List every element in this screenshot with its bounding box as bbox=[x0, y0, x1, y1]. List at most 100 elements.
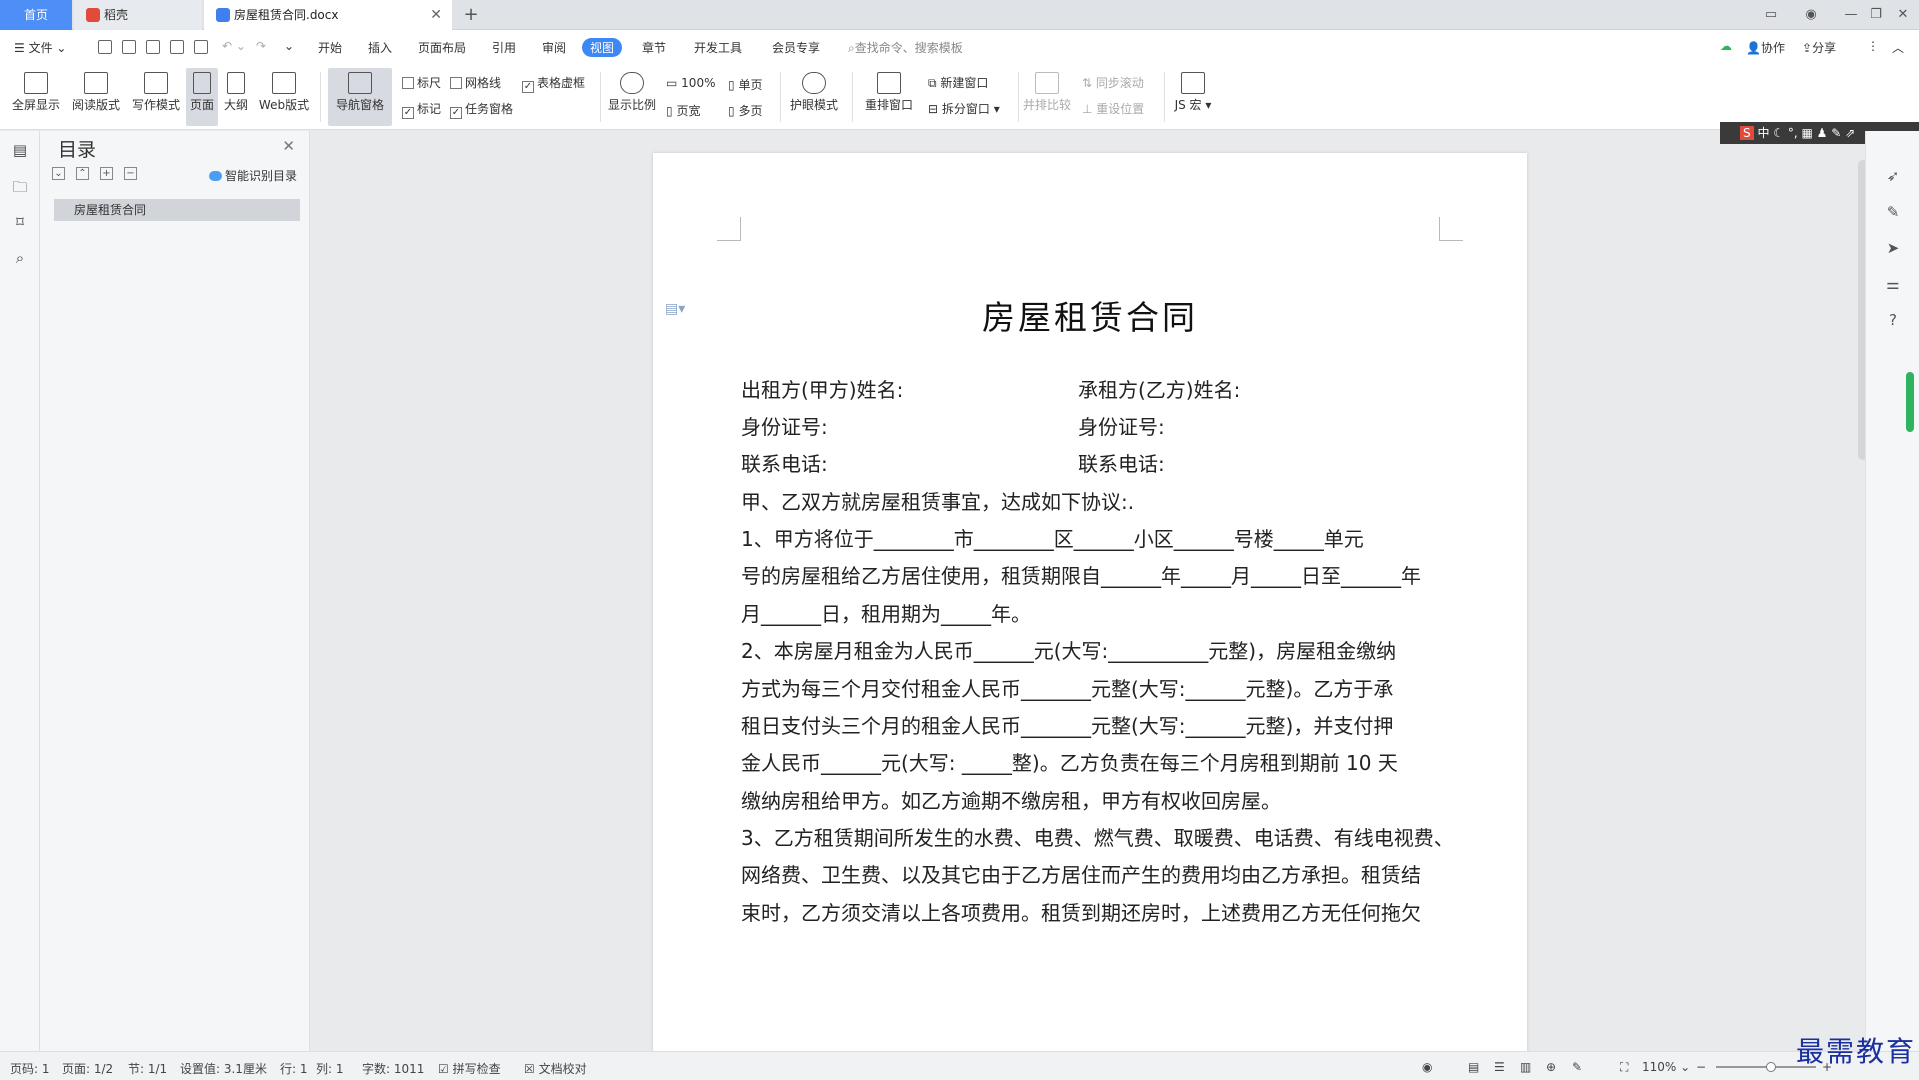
rocket-icon[interactable]: ➶ bbox=[1884, 167, 1902, 185]
format-painter-icon[interactable] bbox=[146, 40, 160, 54]
redo-icon[interactable]: ↷ bbox=[256, 39, 266, 53]
eye-mode-button[interactable]: 护眼模式 bbox=[786, 68, 842, 126]
search-icon[interactable]: ⌕ bbox=[11, 249, 29, 267]
multi-page-button[interactable]: ▯ 多页 bbox=[728, 102, 762, 119]
window-layout-icon[interactable]: ▭ bbox=[1755, 0, 1787, 30]
menu-reference[interactable]: 引用 bbox=[492, 39, 516, 56]
close-icon[interactable]: ✕ bbox=[282, 137, 295, 155]
menu-member[interactable]: 会员专享 bbox=[772, 39, 820, 56]
zoom-dropdown[interactable]: 110% ⌄ bbox=[1642, 1060, 1690, 1074]
menu-developer[interactable]: 开发工具 bbox=[694, 39, 742, 56]
page-view-button[interactable]: 页面 bbox=[186, 68, 218, 126]
menu-start[interactable]: 开始 bbox=[318, 39, 342, 56]
page-count[interactable]: 页面: 1/2 bbox=[62, 1060, 113, 1077]
split-window-button[interactable]: ⊟ 拆分窗口 ▾ bbox=[928, 100, 1000, 117]
sync-scroll-button[interactable]: ⇅ 同步滚动 bbox=[1082, 74, 1144, 91]
setting-value[interactable]: 设置值: 3.1厘米 bbox=[180, 1060, 267, 1077]
cursor-icon[interactable]: ➤ bbox=[1884, 239, 1902, 257]
col-number[interactable]: 列: 1 bbox=[316, 1060, 344, 1077]
close-window-icon[interactable]: ✕ bbox=[1887, 0, 1919, 30]
share-button[interactable]: ⇪分享 bbox=[1802, 39, 1836, 56]
side-by-side-label: 并排比较 bbox=[1022, 98, 1071, 112]
web-layout-button[interactable]: Web版式 bbox=[256, 68, 312, 126]
writing-mode-button[interactable]: 写作模式 bbox=[128, 68, 184, 126]
reset-position-button[interactable]: ⊥ 重设位置 bbox=[1082, 100, 1144, 117]
reset-position-label: 重设位置 bbox=[1096, 102, 1145, 116]
word-count[interactable]: 字数: 1011 bbox=[362, 1060, 424, 1077]
menu-view[interactable]: 视图 bbox=[582, 38, 623, 57]
menu-review[interactable]: 审阅 bbox=[542, 39, 566, 56]
tab-home[interactable]: 首页 bbox=[0, 0, 72, 30]
reading-mode-button[interactable]: 阅读版式 bbox=[68, 68, 124, 126]
undo-icon[interactable]: ↶ ⌄ bbox=[222, 39, 246, 53]
new-tab-button[interactable]: + bbox=[456, 0, 486, 30]
print-icon[interactable] bbox=[170, 40, 184, 54]
writing-status-icon[interactable]: ✎ bbox=[1572, 1060, 1582, 1074]
section-count[interactable]: 节: 1/1 bbox=[128, 1060, 167, 1077]
outline-status-icon[interactable]: ☰ bbox=[1494, 1060, 1505, 1074]
page-width-button[interactable]: ▯ 页宽 bbox=[666, 102, 700, 119]
outline-button[interactable]: 大纲 bbox=[220, 68, 252, 126]
print-preview-icon[interactable] bbox=[194, 40, 208, 54]
menu-page-layout[interactable]: 页面布局 bbox=[418, 39, 466, 56]
remove-heading-icon[interactable]: − bbox=[124, 167, 137, 180]
fullscreen-button[interactable]: 全屏显示 bbox=[8, 68, 64, 126]
fit-page-icon[interactable]: ⛶ bbox=[1620, 1060, 1628, 1075]
edit-icon[interactable]: ✎ bbox=[1884, 203, 1902, 221]
tab-document[interactable]: 房屋租赁合同.docx ✕ bbox=[204, 0, 452, 30]
table-border-checkbox[interactable]: ✓ 表格虚框 bbox=[522, 74, 585, 93]
avatar[interactable]: ◉ bbox=[1795, 0, 1827, 30]
zoom-ratio-button[interactable]: 显示比例 bbox=[606, 68, 658, 126]
menu-chapter[interactable]: 章节 bbox=[642, 39, 666, 56]
task-pane-checkbox[interactable]: ✓ 任务窗格 bbox=[450, 100, 513, 119]
help-icon[interactable]: ? bbox=[1884, 311, 1902, 329]
gridlines-checkbox[interactable]: 网格线 bbox=[450, 74, 501, 91]
tab-daoke[interactable]: 稻壳 bbox=[74, 0, 202, 30]
document-area: ▤▾ 房屋租赁合同 出租方(甲方)姓名: 承租方(乙方)姓名: 身份证号: 身份… bbox=[311, 131, 1865, 1073]
toc-icon[interactable]: ▤ bbox=[11, 141, 29, 159]
more-icon[interactable]: ⋮ bbox=[1867, 39, 1879, 53]
smart-toc-button[interactable]: 智能识别目录 bbox=[208, 167, 297, 184]
spell-check-button[interactable]: ☑ 拼写检查 bbox=[438, 1060, 501, 1077]
page-number[interactable]: 页码: 1 bbox=[10, 1060, 50, 1077]
web-status-icon[interactable]: ⊕ bbox=[1546, 1060, 1556, 1074]
js-macro-button[interactable]: JS 宏 ▾ bbox=[1168, 68, 1218, 126]
zoom-slider-handle[interactable] bbox=[1766, 1062, 1776, 1072]
bookmark-icon[interactable]: ⌑ bbox=[11, 213, 29, 231]
ruler-checkbox[interactable]: 标尺 bbox=[402, 74, 441, 91]
file-menu[interactable]: ☰ 文件 ⌄ bbox=[14, 39, 66, 56]
command-search[interactable]: ⌕查找命令、搜索模板 bbox=[848, 39, 963, 56]
reading-status-icon[interactable]: ▥ bbox=[1520, 1060, 1531, 1074]
zoom-out-icon[interactable]: − bbox=[1696, 1060, 1706, 1074]
zoom-100-button[interactable]: ▭ 100% bbox=[666, 76, 715, 90]
settings-sliders-icon[interactable]: ⚌ bbox=[1884, 275, 1902, 293]
new-window-button[interactable]: ⧉ 新建窗口 bbox=[928, 74, 988, 91]
arrange-window-button[interactable]: 重排窗口 bbox=[858, 68, 920, 126]
toc-item[interactable]: 房屋租赁合同 bbox=[54, 199, 300, 221]
document-page[interactable]: ▤▾ 房屋租赁合同 出租方(甲方)姓名: 承租方(乙方)姓名: 身份证号: 身份… bbox=[653, 153, 1527, 1073]
ribbon-divider bbox=[1018, 72, 1019, 122]
chapter-icon[interactable]: 🗀 bbox=[11, 177, 29, 196]
close-tab-icon[interactable]: ✕ bbox=[430, 0, 442, 30]
row-number[interactable]: 行: 1 bbox=[280, 1060, 308, 1077]
new-doc-icon[interactable] bbox=[98, 40, 112, 54]
add-heading-icon[interactable]: + bbox=[100, 167, 113, 180]
collapse-ribbon-icon[interactable]: ︿ bbox=[1892, 39, 1904, 56]
page-view-status-icon[interactable]: ▤ bbox=[1468, 1060, 1479, 1074]
side-by-side-button[interactable]: 并排比较 bbox=[1022, 68, 1072, 126]
collab-button[interactable]: 👤协作 bbox=[1746, 39, 1785, 56]
proofread-button[interactable]: ☒ 文档校对 bbox=[524, 1060, 587, 1077]
cloud-sync-icon[interactable]: ☁ bbox=[1720, 39, 1732, 53]
more-quick-access-icon[interactable]: ⌄ bbox=[284, 39, 294, 53]
ribbon-divider bbox=[1164, 72, 1165, 122]
single-page-button[interactable]: ▯ 单页 bbox=[728, 76, 762, 93]
save-icon[interactable] bbox=[122, 40, 136, 54]
marks-checkbox[interactable]: ✓ 标记 bbox=[402, 100, 441, 119]
watermark-logo: 最需教育 bbox=[1796, 1035, 1917, 1068]
menu-insert[interactable]: 插入 bbox=[368, 39, 392, 56]
expand-all-icon[interactable]: ⌄ bbox=[52, 167, 65, 180]
eye-mode-status-icon[interactable]: ◉ bbox=[1422, 1060, 1432, 1074]
collapse-all-icon[interactable]: ⌃ bbox=[76, 167, 89, 180]
nav-pane-button[interactable]: 导航窗格 bbox=[328, 68, 392, 126]
margin-mark bbox=[1439, 217, 1463, 241]
